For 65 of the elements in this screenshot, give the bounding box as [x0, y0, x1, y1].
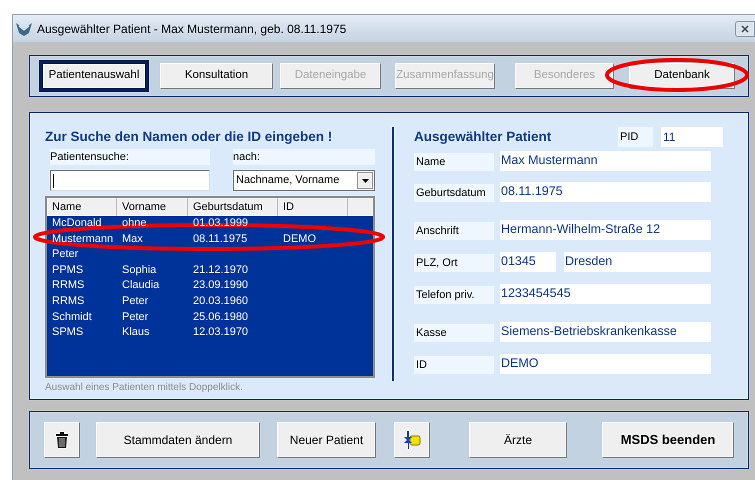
dropdown-button[interactable] — [357, 172, 373, 189]
table-cell-text: RRMS — [51, 294, 86, 309]
caret-icon — [362, 178, 368, 182]
field-value: Siemens-Betriebskrankenkasse — [500, 322, 711, 342]
pid-label: PID — [618, 127, 653, 147]
hint-text: Auswahl eines Patienten mittels Doppelklick. — [45, 381, 244, 395]
table-cell-text: McDonald — [51, 216, 103, 231]
table-cell-text: RRMS — [51, 278, 86, 294]
field-label: Telefon priv. — [414, 286, 494, 304]
search-by-label: nach: — [233, 149, 375, 165]
table-cell-text: Sophia — [121, 262, 158, 278]
table-cell-text: Claudia — [121, 278, 160, 294]
table-cell-text: 23.09.1990 — [192, 278, 250, 294]
search-heading: Zur Suche den Namen oder die ID eingeben ! — [45, 129, 334, 145]
table-cell-text: 25.06.1980 — [192, 310, 250, 325]
table-cell-text: 20.03.1960 — [192, 294, 250, 309]
field-label: PLZ, Ort — [414, 254, 494, 272]
close-icon — [741, 24, 749, 32]
column-header[interactable]: Vorname — [117, 198, 188, 216]
nav-button[interactable]: Patientenauswahl — [39, 60, 149, 92]
search-by-dropdown[interactable]: Nachname, Vorname — [233, 170, 375, 191]
table-cell-text: DEMO — [282, 232, 317, 247]
table-cell-text: Peter — [121, 310, 150, 325]
search-field[interactable] — [50, 170, 210, 191]
field-label: Name — [414, 153, 494, 171]
column-header[interactable]: Name — [47, 198, 117, 216]
close-button[interactable] — [735, 20, 755, 36]
field-label: ID — [414, 356, 494, 374]
app-logo-icon — [15, 20, 33, 36]
field-value: 08.11.1975 — [500, 182, 711, 202]
pid-value: 11 — [661, 127, 723, 147]
window-title: Ausgewählter Patient - Max Mustermann, geb. 08.11.1975 — [37, 20, 346, 38]
patient-list[interactable] — [45, 196, 375, 378]
table-cell-text: Schmidt — [51, 310, 93, 325]
field-value: Hermann-Wilhelm-Straße 12 — [500, 220, 711, 240]
delete-button[interactable] — [44, 422, 80, 458]
table-cell-text: PPMS — [51, 262, 84, 278]
field-value: DEMO — [500, 354, 711, 374]
table-cell-text: Klaus — [121, 325, 151, 340]
table-cell-text: 21.12.1970 — [192, 262, 250, 278]
table-cell-text: Mustermann — [51, 232, 114, 247]
action-button[interactable]: Neuer Patient — [277, 422, 376, 458]
transfer-button[interactable] — [394, 422, 430, 458]
field-label: Kasse — [414, 324, 494, 342]
trash-icon — [56, 432, 68, 448]
table-cell-text: SPMS — [51, 325, 84, 340]
column-header[interactable]: ID — [278, 198, 348, 216]
action-button[interactable]: Stammdaten ändern — [96, 422, 260, 458]
action-button[interactable]: Ärzte — [469, 422, 567, 458]
table-cell-text: Peter — [121, 294, 150, 309]
table-cell-text: 08.11.1975 — [192, 232, 248, 247]
field-value: Dresden — [564, 252, 711, 272]
action-button[interactable]: MSDS beenden — [602, 422, 734, 458]
field-label: Geburtsdatum — [414, 184, 494, 202]
column-header[interactable]: Geburtsdatum — [188, 198, 278, 216]
search-label: Patientensuche: — [50, 149, 210, 165]
table-cell-text: Max — [121, 232, 144, 247]
field-value: 01345 — [500, 252, 556, 272]
table-cell-text: 12.03.1970 — [192, 325, 250, 340]
table-cell-text: Peter — [51, 247, 80, 262]
patient-heading: Ausgewählter Patient — [414, 128, 552, 146]
field-label: Anschrift — [414, 222, 494, 240]
field-value: Max Mustermann — [500, 151, 711, 171]
nav-button[interactable]: Konsultation — [160, 63, 273, 89]
field-value: 1233454545 — [500, 284, 711, 304]
